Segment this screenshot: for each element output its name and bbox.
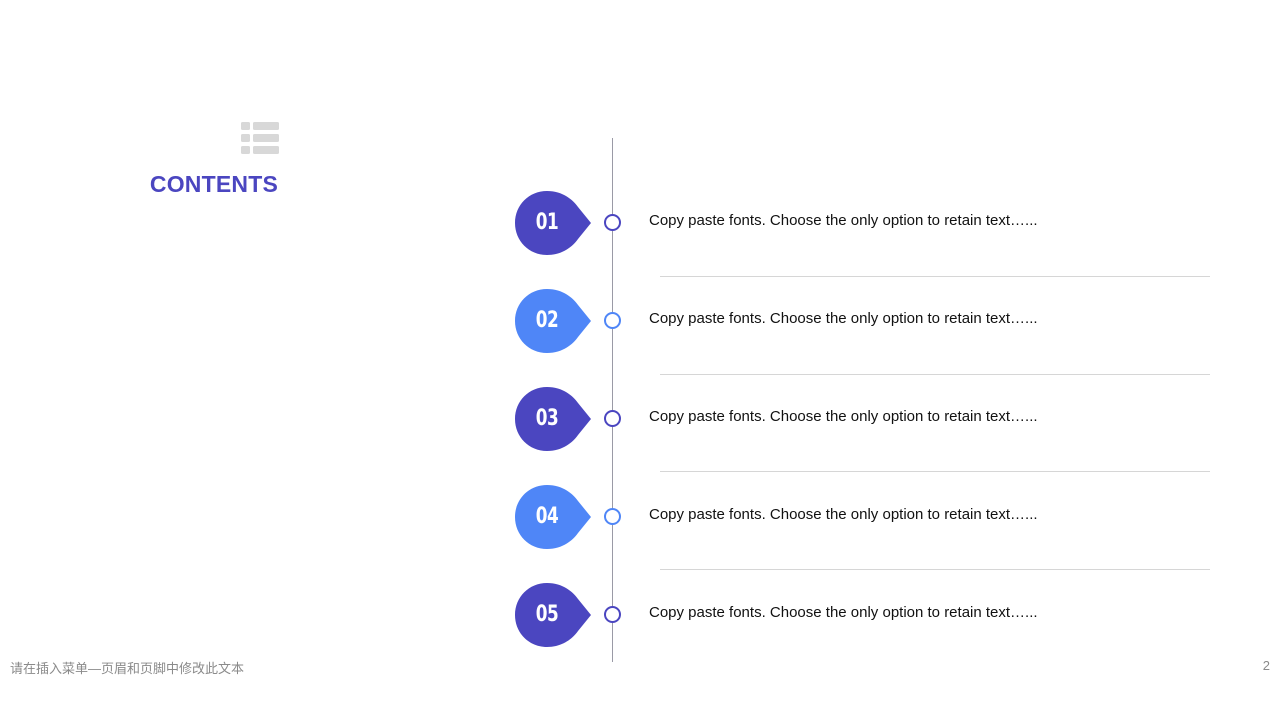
badge-number: 04 — [535, 504, 559, 529]
footer-text: 请在插入菜单—页眉和页脚中修改此文本 — [10, 661, 245, 676]
contents-item: 05 Copy paste fonts. Choose the only opt… — [0, 582, 1280, 648]
item-text: Copy paste fonts. Choose the only option… — [649, 212, 1038, 229]
number-badge: 02 — [515, 288, 593, 354]
contents-item: 04 Copy paste fonts. Choose the only opt… — [0, 484, 1280, 550]
number-badge: 04 — [515, 484, 593, 550]
item-text: Copy paste fonts. Choose the only option… — [649, 604, 1038, 621]
timeline-node — [604, 214, 621, 231]
badge-number: 03 — [535, 406, 559, 431]
badge-number: 01 — [535, 210, 559, 235]
timeline-node — [604, 508, 621, 525]
separator-line — [660, 471, 1210, 472]
page-number: 2 — [1262, 658, 1270, 673]
separator-line — [660, 374, 1210, 375]
contents-item: 01 Copy paste fonts. Choose the only opt… — [0, 190, 1280, 256]
separator-line — [660, 276, 1210, 277]
item-text: Copy paste fonts. Choose the only option… — [649, 310, 1038, 327]
timeline-node — [604, 410, 621, 427]
contents-item: 02 Copy paste fonts. Choose the only opt… — [0, 288, 1280, 354]
item-text: Copy paste fonts. Choose the only option… — [649, 506, 1038, 523]
badge-number: 05 — [535, 602, 559, 627]
contents-item: 03 Copy paste fonts. Choose the only opt… — [0, 386, 1280, 452]
separator-line — [660, 569, 1210, 570]
badge-number: 02 — [535, 308, 559, 333]
number-badge: 05 — [515, 582, 593, 648]
item-text: Copy paste fonts. Choose the only option… — [649, 408, 1038, 425]
timeline-node — [604, 606, 621, 623]
list-icon — [241, 122, 279, 154]
slide: CONTENTS 01 Copy paste fonts. Choose the… — [0, 0, 1280, 720]
number-badge: 01 — [515, 190, 593, 256]
number-badge: 03 — [515, 386, 593, 452]
timeline-node — [604, 312, 621, 329]
